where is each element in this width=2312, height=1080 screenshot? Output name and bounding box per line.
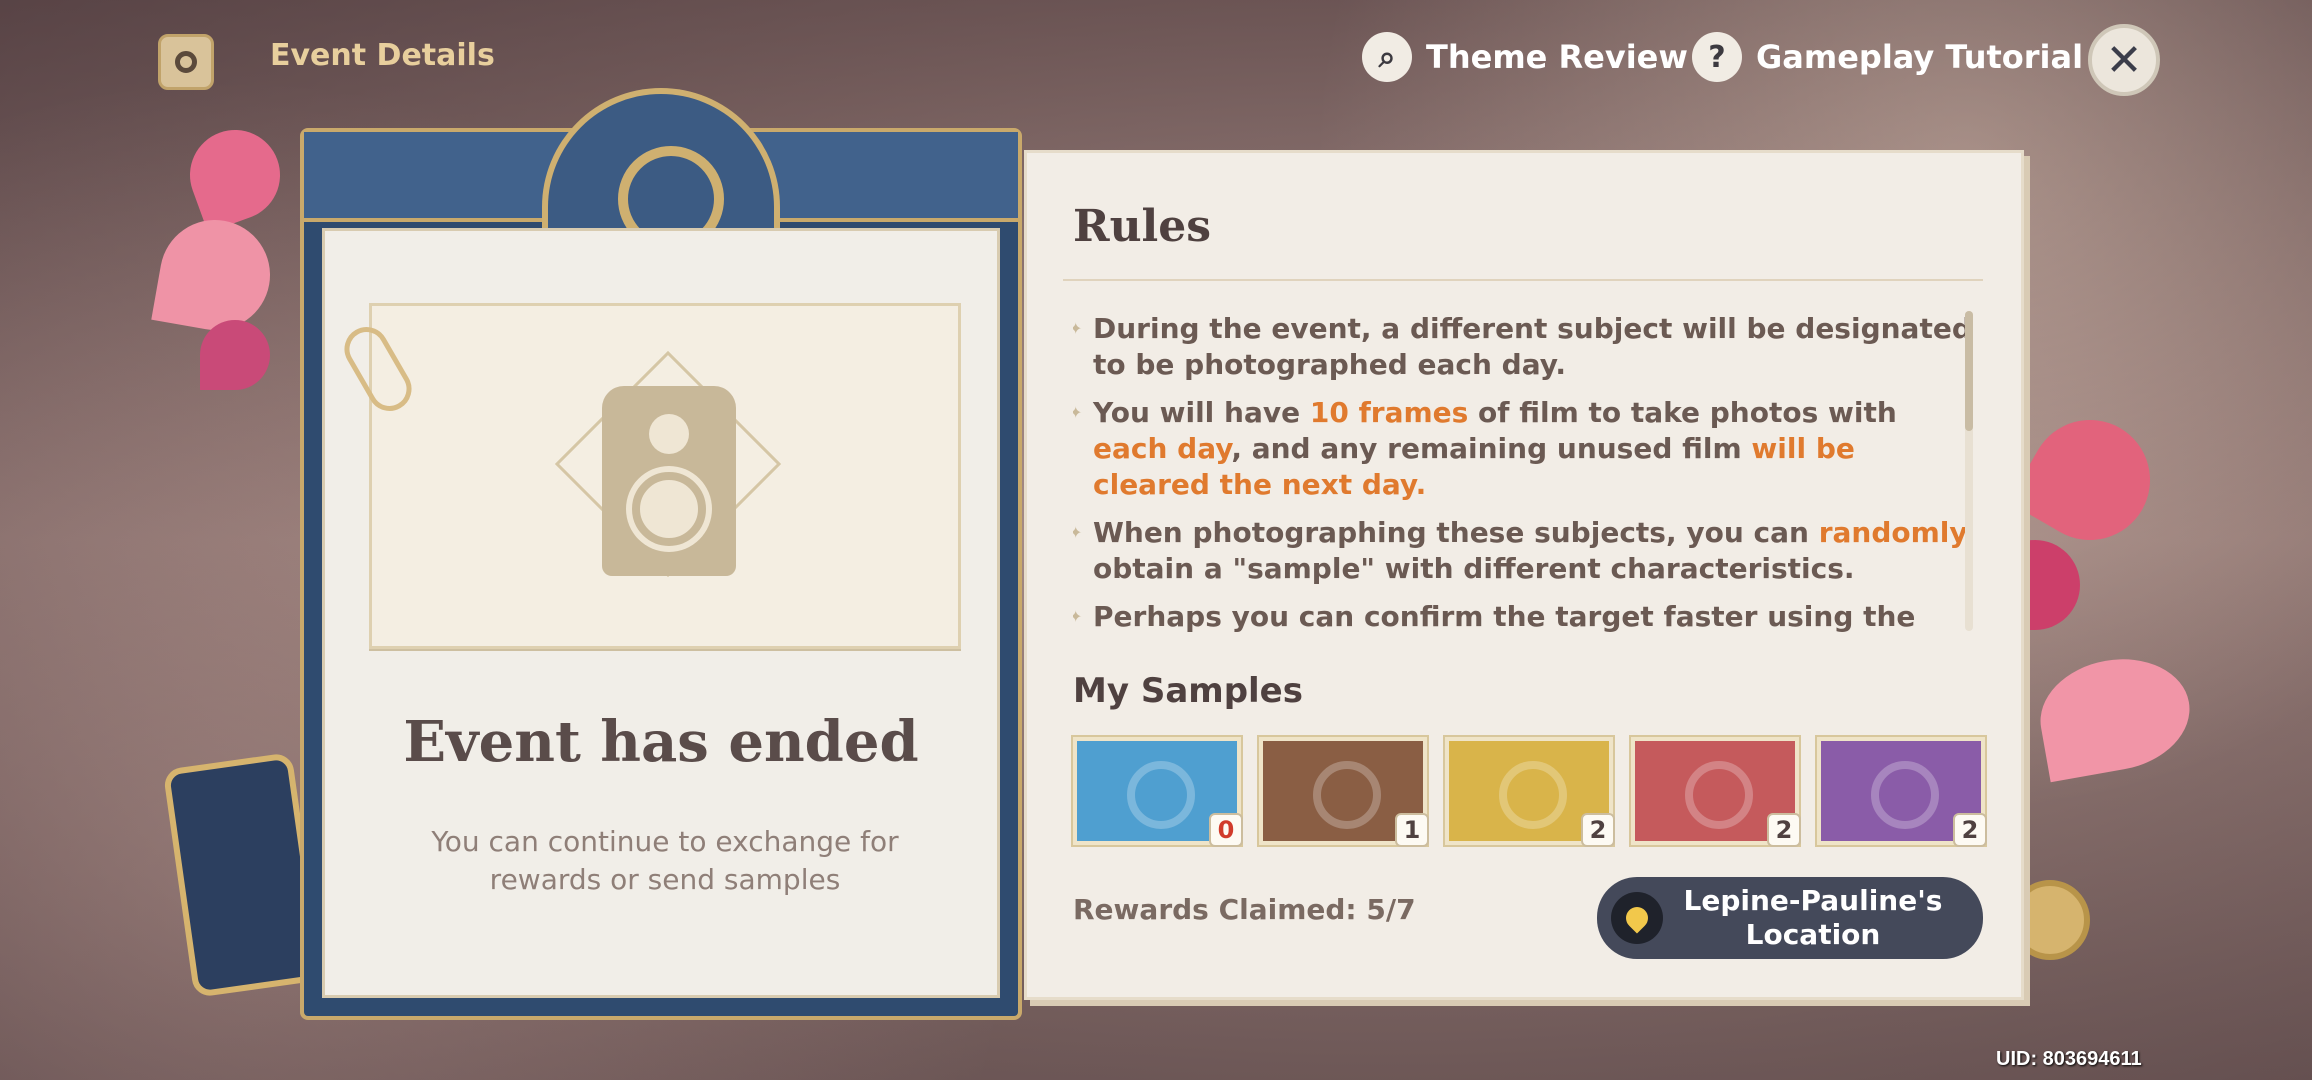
- sample-card[interactable]: 2: [1631, 737, 1801, 847]
- rule-text: , and any remaining unused film: [1231, 432, 1752, 465]
- close-button[interactable]: ✕: [2088, 24, 2160, 96]
- my-samples-title: My Samples: [1073, 671, 1303, 711]
- samples-row: 0 1 2 2 2: [1073, 737, 1987, 847]
- help-icon: ?: [1692, 32, 1742, 82]
- gameplay-tutorial-button[interactable]: ? Gameplay Tutorial: [1692, 32, 2083, 82]
- event-ended-subtitle: You can continue to exchange for rewards…: [431, 825, 899, 896]
- sample-count: 0: [1209, 813, 1243, 847]
- gear-icon: [1499, 761, 1567, 829]
- scrollbar-thumb[interactable]: [1965, 311, 1973, 431]
- sample-count: 1: [1395, 813, 1429, 847]
- flower-decoration-left: [200, 320, 270, 390]
- gear-icon: [1313, 761, 1381, 829]
- rules-title: Rules: [1073, 201, 1212, 252]
- uid-label: UID: 803694611: [1996, 1048, 2142, 1070]
- camera-icon: [158, 34, 214, 90]
- rule-item: During the event, a different subject wi…: [1073, 311, 1975, 383]
- rule-text: Perhaps you can confirm the target faste…: [1093, 600, 1916, 633]
- sample-card[interactable]: 1: [1259, 737, 1429, 847]
- event-status-card: Event has ended You can continue to exch…: [300, 88, 1022, 1020]
- rule-item: When photographing these subjects, you c…: [1073, 515, 1975, 587]
- rule-highlight-text: randomly: [1818, 516, 1968, 549]
- camera-illustration-icon: [602, 386, 736, 576]
- rule-item: Perhaps you can confirm the target faste…: [1073, 599, 1975, 635]
- sample-count: 2: [1767, 813, 1801, 847]
- rule-text: obtain a "sample" with different charact…: [1093, 552, 1855, 585]
- gear-icon: [1871, 761, 1939, 829]
- rule-text: You will have: [1093, 396, 1310, 429]
- paperclip-icon: [336, 319, 420, 419]
- location-pin-icon: [1611, 892, 1663, 944]
- location-button-label: Lepine-Pauline's Location: [1683, 884, 1943, 951]
- theme-review-button[interactable]: ⌕ Theme Review: [1362, 32, 1688, 82]
- theme-review-label: Theme Review: [1426, 38, 1688, 76]
- divider: [1063, 279, 1983, 281]
- rules-scrollbar[interactable]: [1965, 311, 1973, 631]
- sample-count: 2: [1953, 813, 1987, 847]
- sample-card[interactable]: 0: [1073, 737, 1243, 847]
- rule-text: When photographing these subjects, you c…: [1093, 516, 1819, 549]
- card-body: Event has ended You can continue to exch…: [322, 228, 1000, 998]
- rule-item: You will have 10 frames of film to take …: [1073, 395, 1975, 503]
- top-bar: Event Details ⌕ Theme Review ? Gameplay …: [0, 0, 2312, 120]
- location-button[interactable]: Lepine-Pauline's Location: [1597, 877, 1983, 959]
- gear-icon: [1127, 761, 1195, 829]
- gear-icon: [1685, 761, 1753, 829]
- event-details-title: Event Details: [270, 38, 495, 73]
- sample-count: 2: [1581, 813, 1615, 847]
- event-ended-title: Event has ended: [403, 709, 919, 775]
- search-icon: ⌕: [1362, 32, 1412, 82]
- rule-highlight-text: 10 frames: [1309, 396, 1469, 429]
- rewards-claimed: Rewards Claimed: 5/7: [1073, 893, 1416, 926]
- rules-panel: Rules During the event, a different subj…: [1024, 150, 2024, 1000]
- photo-frame: [336, 303, 961, 649]
- close-icon: ✕: [2105, 34, 2143, 86]
- sample-card[interactable]: 2: [1445, 737, 1615, 847]
- rule-highlight-text: each day: [1093, 432, 1232, 465]
- sample-card[interactable]: 2: [1817, 737, 1987, 847]
- gameplay-tutorial-label: Gameplay Tutorial: [1756, 38, 2084, 76]
- rules-list[interactable]: During the event, a different subject wi…: [1073, 311, 1975, 789]
- rule-text: of film to take photos with: [1468, 396, 1897, 429]
- rule-text: During the event, a different subject wi…: [1093, 312, 1972, 381]
